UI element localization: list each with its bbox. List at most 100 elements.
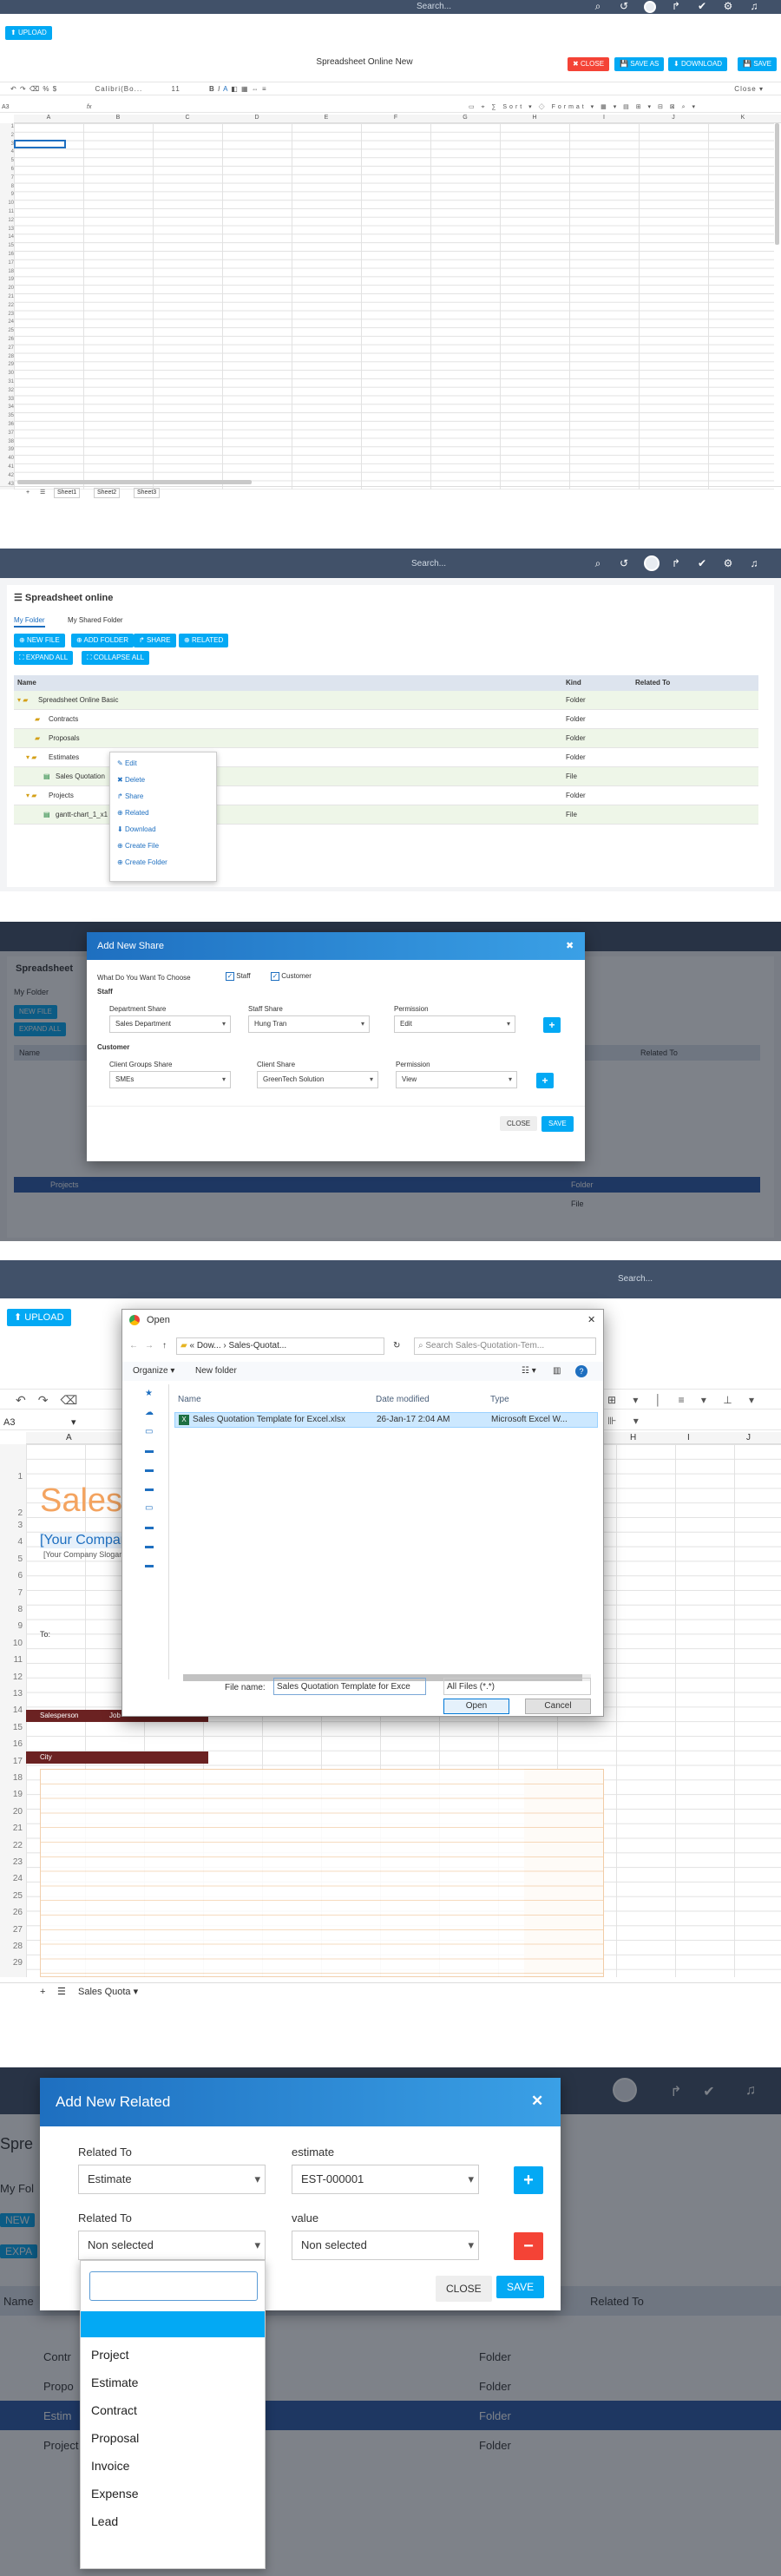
row-header[interactable]: 32 [0, 387, 14, 396]
new-folder-button[interactable]: New folder [195, 1362, 237, 1381]
redo-icon[interactable]: ↷ [38, 1393, 61, 1407]
row-header[interactable]: 38 [0, 438, 14, 447]
expand-all-button[interactable]: ⛶ EXPAND ALL [14, 651, 74, 665]
row-header[interactable]: 33 [0, 396, 14, 404]
settings-icon[interactable]: ⚙ [720, 0, 736, 12]
sheet-tab[interactable]: Sheet2 [94, 488, 121, 498]
row-header[interactable]: 23 [0, 311, 14, 319]
row-header[interactable]: 4 [0, 148, 14, 157]
row-header[interactable]: 20 [0, 285, 14, 293]
column-header[interactable]: J [746, 1432, 751, 1444]
merge-icon[interactable]: ⇔ [252, 85, 259, 93]
row-header[interactable]: 7 [0, 1587, 23, 1600]
drive-icon[interactable]: ▬ [145, 1442, 168, 1461]
row-header[interactable]: 21 [0, 1822, 23, 1836]
dropdown-option[interactable]: Contract [91, 2403, 137, 2417]
row-header[interactable]: 28 [0, 353, 14, 362]
cancel-button[interactable]: Cancel [525, 1699, 591, 1714]
back-icon[interactable]: ← [129, 1336, 138, 1357]
view-options-icon[interactable]: ☷ ▾ [522, 1362, 536, 1381]
tree-row[interactable]: ▰ Proposals Folder [14, 729, 758, 748]
row-header[interactable]: 11 [0, 1653, 23, 1667]
column-header[interactable]: A [66, 1432, 72, 1444]
row-header[interactable]: 16 [0, 1738, 23, 1751]
search-input[interactable]: Search... [618, 1274, 653, 1284]
cell-ref-dropdown-icon[interactable]: ▾ [71, 1415, 76, 1430]
row-header[interactable]: 25 [0, 327, 14, 336]
row-header[interactable]: 14 [0, 1704, 23, 1718]
row-header[interactable]: 9 [0, 1620, 23, 1633]
collapse-all-button[interactable]: ⛶ COLLAPSE ALL [82, 651, 150, 665]
row-header[interactable]: 20 [0, 1805, 23, 1819]
italic-icon[interactable]: I [218, 85, 220, 93]
bell-icon[interactable]: ♫ [746, 557, 762, 569]
tree-row[interactable]: ▰ Contracts Folder [14, 710, 758, 729]
font-select[interactable]: Calibri(Bo... [95, 85, 142, 93]
spreadsheet-grid[interactable] [14, 123, 774, 490]
row-header[interactable]: 18 [0, 268, 14, 277]
row-header[interactable]: 8 [0, 183, 14, 192]
column-header[interactable]: H [500, 115, 569, 121]
refresh-icon[interactable]: ↻ [393, 1336, 400, 1357]
drive-icon[interactable]: ▬ [145, 1556, 168, 1575]
row-header[interactable]: 6 [0, 1569, 23, 1583]
row-header[interactable]: 11 [0, 208, 14, 217]
row-header[interactable]: 15 [0, 242, 14, 251]
row-header[interactable]: 36 [0, 421, 14, 430]
row-header[interactable]: 19 [0, 276, 14, 285]
row-header[interactable]: 9 [0, 191, 14, 200]
close-icon[interactable]: ✕ [587, 1310, 595, 1331]
row-header[interactable]: 5 [0, 1553, 23, 1567]
context-download[interactable]: ⬇ Download [117, 825, 156, 833]
row-header[interactable]: 17 [0, 260, 14, 268]
row-header[interactable]: 37 [0, 430, 14, 438]
percent-icon[interactable]: % [43, 85, 49, 93]
context-edit[interactable]: ✎ Edit [117, 759, 137, 767]
cell-reference[interactable]: A3 [3, 1417, 15, 1428]
add-related-row-button[interactable]: + [514, 2166, 543, 2194]
row-header[interactable]: 35 [0, 412, 14, 421]
row-header[interactable]: 31 [0, 378, 14, 387]
column-header[interactable]: D [222, 115, 292, 121]
row-header[interactable]: 28 [0, 1940, 23, 1954]
selected-cell[interactable] [14, 140, 66, 148]
column-header[interactable]: I [687, 1432, 690, 1444]
estimate-select[interactable]: EST-000001 [292, 2165, 479, 2194]
col-type[interactable]: Type [490, 1393, 509, 1407]
dropdown-option[interactable]: Lead [91, 2514, 118, 2528]
row-header[interactable]: 27 [0, 1923, 23, 1937]
bold-icon[interactable]: B [209, 85, 215, 93]
undo-icon[interactable]: ↶ [10, 85, 17, 93]
breadcrumb[interactable]: ▰ « Dow... › Sales-Quotat... [176, 1337, 384, 1355]
check-icon[interactable]: ✔ [694, 557, 710, 569]
search-icon[interactable]: ⌕ [590, 0, 606, 13]
col-name[interactable]: Name [178, 1393, 201, 1407]
close-icon[interactable]: ✖ [566, 940, 574, 951]
font-size-select[interactable]: 11 [172, 85, 180, 93]
row-header[interactable]: 5 [0, 157, 14, 166]
horizontal-scrollbar[interactable] [17, 480, 252, 484]
row-header[interactable]: 14 [0, 233, 14, 242]
share-icon[interactable]: ↱ [668, 0, 684, 12]
history-icon[interactable]: ↺ [616, 557, 632, 569]
col-related[interactable]: Related To [635, 675, 670, 691]
computer-icon[interactable]: ▭ [145, 1423, 168, 1442]
column-header[interactable]: A [14, 115, 83, 121]
row-header[interactable]: 26 [0, 336, 14, 345]
avatar[interactable] [644, 555, 660, 571]
cell-reference[interactable]: A3 [2, 104, 10, 110]
network-icon[interactable]: ▭ [145, 1499, 168, 1518]
add-folder-button[interactable]: ⊕ ADD FOLDER [71, 634, 135, 647]
history-icon[interactable]: ↺ [616, 0, 632, 12]
drive-icon[interactable]: ▬ [145, 1518, 168, 1537]
column-header[interactable]: E [292, 115, 361, 121]
borders-icon[interactable]: ▦ [241, 85, 249, 93]
related-button[interactable]: ⊕ RELATED [179, 634, 229, 647]
drive-icon[interactable]: ▬ [145, 1480, 168, 1499]
upload-button[interactable]: ⬆ UPLOAD [7, 1309, 71, 1326]
file-type-filter[interactable]: All Files (*.*) [443, 1678, 591, 1695]
dropdown-empty-option[interactable] [81, 2311, 265, 2337]
column-header[interactable]: F [361, 115, 430, 121]
column-header[interactable]: C [153, 115, 222, 121]
row-header[interactable]: 3 [0, 1519, 23, 1533]
